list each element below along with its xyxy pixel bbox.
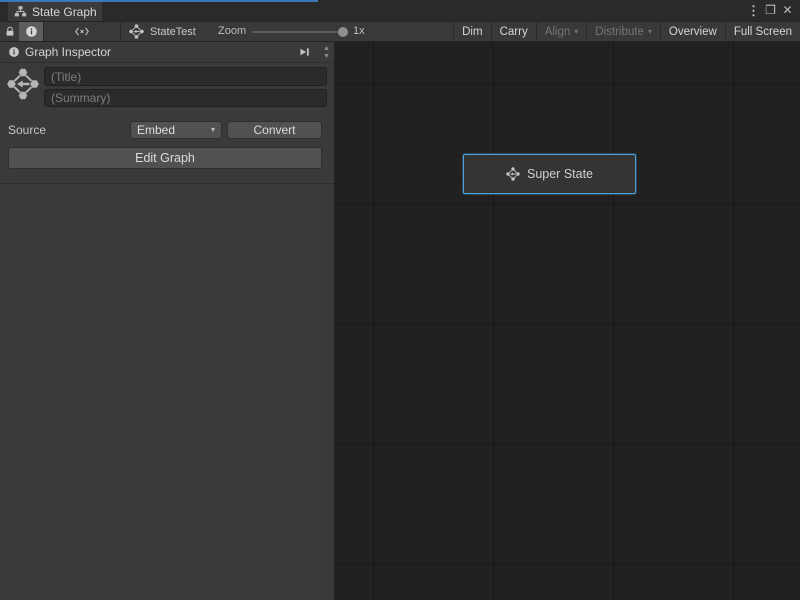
scroll-up-icon[interactable]: ▲ xyxy=(323,45,330,52)
state-machine-icon xyxy=(506,167,520,181)
dim-button[interactable]: Dim xyxy=(453,22,490,41)
node-label: Super State xyxy=(527,167,593,181)
distribute-button[interactable]: Distribute ▾ xyxy=(586,22,660,41)
lock-icon xyxy=(4,25,16,38)
super-state-node[interactable]: Super State xyxy=(463,154,636,194)
code-x-icon xyxy=(74,25,90,38)
state-machine-icon xyxy=(129,24,144,39)
window-controls: ⋮ ❐ ✕ xyxy=(745,0,796,21)
window-maximize-button[interactable]: ❐ xyxy=(762,0,779,21)
dropdown-arrow-icon: ▾ xyxy=(574,28,578,36)
zoom-slider-handle[interactable] xyxy=(338,27,348,37)
dock-right-icon xyxy=(298,46,311,58)
graph-inspector-panel: Graph Inspector ▲ ▼ Source E xyxy=(0,42,335,600)
tab-state-graph[interactable]: State Graph xyxy=(8,2,102,21)
panel-title: Graph Inspector xyxy=(25,45,111,59)
zoom-label: Zoom xyxy=(218,22,246,41)
convert-button[interactable]: Convert xyxy=(227,121,322,139)
graph-title-input[interactable] xyxy=(44,67,327,86)
graph-inspector-header: Graph Inspector ▲ ▼ xyxy=(0,42,334,63)
tab-title: State Graph xyxy=(32,5,97,19)
window-close-button[interactable]: ✕ xyxy=(779,0,796,21)
graph-canvas[interactable]: Super State xyxy=(335,42,800,600)
dropdown-arrow-icon: ▾ xyxy=(648,28,652,36)
dropdown-arrow-icon: ▾ xyxy=(211,126,215,134)
toolbar-actions: Dim Carry Align ▾ Distribute ▾ Overview … xyxy=(453,22,800,41)
window-menu-button[interactable]: ⋮ xyxy=(745,0,762,21)
source-label: Source xyxy=(8,122,46,139)
source-dropdown[interactable]: Embed ▾ xyxy=(130,121,222,139)
align-button[interactable]: Align ▾ xyxy=(536,22,587,41)
graph-inspector-toggle-button[interactable] xyxy=(19,22,43,41)
hierarchy-icon xyxy=(14,5,27,18)
lock-button[interactable] xyxy=(0,22,19,41)
inspector-divider xyxy=(0,183,334,184)
panel-scroll-strip: ▲ ▼ xyxy=(319,42,334,62)
variables-toggle-button[interactable] xyxy=(44,22,120,41)
graph-toolbar: StateTest Zoom 1x Dim Carry Align ▾ Dist… xyxy=(0,21,800,42)
info-icon xyxy=(25,25,38,38)
full-screen-button[interactable]: Full Screen xyxy=(725,22,800,41)
dock-panel-button[interactable] xyxy=(296,44,312,60)
carry-button[interactable]: Carry xyxy=(491,22,536,41)
overview-button[interactable]: Overview xyxy=(660,22,725,41)
toolbar-separator xyxy=(120,22,121,41)
breadcrumb-state-test[interactable]: StateTest xyxy=(129,22,196,41)
tab-bar: State Graph ⋮ ❐ ✕ xyxy=(0,0,800,21)
breadcrumb-label: StateTest xyxy=(150,26,196,38)
info-icon xyxy=(8,46,20,58)
source-dropdown-value: Embed xyxy=(137,123,175,137)
edit-graph-button[interactable]: Edit Graph xyxy=(8,147,322,169)
zoom-slider-track[interactable] xyxy=(252,31,346,33)
scroll-down-icon[interactable]: ▼ xyxy=(323,53,330,60)
graph-summary-input[interactable] xyxy=(44,89,327,107)
zoom-value: 1x xyxy=(353,22,365,41)
state-machine-icon xyxy=(7,68,39,100)
